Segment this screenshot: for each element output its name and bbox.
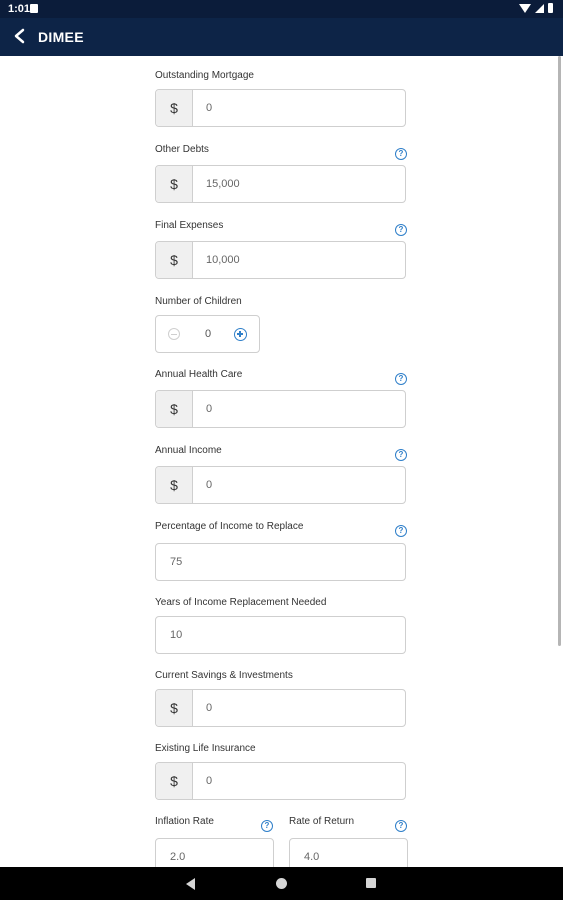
help-icon[interactable]: ?: [395, 148, 407, 160]
current-savings-value: 0: [206, 702, 213, 714]
current-savings-label: Current Savings & Investments: [155, 670, 293, 681]
scrollbar[interactable]: [558, 56, 561, 646]
page-title: DIMEE: [38, 29, 84, 45]
number-of-children-label: Number of Children: [155, 296, 242, 307]
current-savings-input[interactable]: $ 0: [155, 689, 406, 727]
system-nav-bar: [0, 867, 563, 900]
nav-back-icon[interactable]: [186, 878, 195, 890]
help-icon[interactable]: ?: [395, 525, 407, 537]
form-content[interactable]: Outstanding Mortgage $ 0 Other Debts ? $…: [0, 56, 563, 867]
back-arrow-icon[interactable]: [12, 28, 28, 44]
dollar-prefix: $: [156, 166, 193, 202]
percentage-income-replace-label: Percentage of Income to Replace: [155, 521, 304, 532]
wifi-icon: [519, 3, 531, 13]
nav-recents-icon[interactable]: [366, 878, 376, 888]
status-time: 1:01: [8, 3, 31, 15]
other-debts-input[interactable]: $ 15,000: [155, 165, 406, 203]
final-expenses-label: Final Expenses: [155, 220, 224, 231]
help-icon[interactable]: ?: [395, 820, 407, 832]
inflation-rate-input[interactable]: 2.0: [155, 838, 274, 867]
outstanding-mortgage-label: Outstanding Mortgage: [155, 70, 254, 81]
other-debts-label: Other Debts: [155, 144, 209, 155]
help-icon[interactable]: ?: [395, 224, 407, 236]
existing-life-insurance-value: 0: [206, 775, 213, 787]
status-bar: 1:01: [0, 0, 563, 18]
rate-of-return-label: Rate of Return: [289, 816, 355, 827]
help-icon[interactable]: ?: [395, 449, 407, 461]
annual-income-input[interactable]: $ 0: [155, 466, 406, 504]
children-value: 0: [205, 328, 212, 340]
annual-health-care-input[interactable]: $ 0: [155, 390, 406, 428]
annual-health-care-label: Annual Health Care: [155, 369, 243, 380]
years-income-replacement-label: Years of Income Replacement Needed: [155, 597, 327, 608]
inflation-rate-label: Inflation Rate: [155, 816, 214, 827]
outstanding-mortgage-input[interactable]: $ 0: [155, 89, 406, 127]
notification-icon: [30, 4, 38, 13]
battery-icon: [548, 3, 553, 13]
rate-of-return-input[interactable]: 4.0: [289, 838, 408, 867]
help-icon[interactable]: ?: [261, 820, 273, 832]
nav-home-icon[interactable]: [276, 878, 287, 889]
status-icons: [519, 3, 553, 13]
existing-life-insurance-label: Existing Life Insurance: [155, 743, 256, 754]
dollar-prefix: $: [156, 391, 193, 427]
dollar-prefix: $: [156, 763, 193, 799]
annual-income-label: Annual Income: [155, 445, 222, 456]
plus-icon[interactable]: [234, 328, 247, 341]
help-icon[interactable]: ?: [395, 373, 407, 385]
percentage-income-replace-input[interactable]: 75: [155, 543, 406, 581]
children-stepper[interactable]: 0: [155, 315, 260, 353]
dollar-prefix: $: [156, 690, 193, 726]
annual-income-value: 0: [206, 479, 213, 491]
other-debts-value: 15,000: [206, 178, 240, 190]
app-bar: DIMEE: [0, 18, 563, 56]
years-income-replacement-value: 10: [170, 629, 183, 641]
inflation-rate-value: 2.0: [170, 851, 186, 863]
signal-icon: [535, 3, 544, 13]
minus-icon[interactable]: [168, 328, 180, 340]
rate-of-return-value: 4.0: [304, 851, 320, 863]
final-expenses-value: 10,000: [206, 254, 240, 266]
final-expenses-input[interactable]: $ 10,000: [155, 241, 406, 279]
dollar-prefix: $: [156, 242, 193, 278]
outstanding-mortgage-value: 0: [206, 102, 213, 114]
existing-life-insurance-input[interactable]: $ 0: [155, 762, 406, 800]
years-income-replacement-input[interactable]: 10: [155, 616, 406, 654]
percentage-income-replace-value: 75: [170, 556, 183, 568]
dollar-prefix: $: [156, 467, 193, 503]
dollar-prefix: $: [156, 90, 193, 126]
annual-health-care-value: 0: [206, 403, 213, 415]
